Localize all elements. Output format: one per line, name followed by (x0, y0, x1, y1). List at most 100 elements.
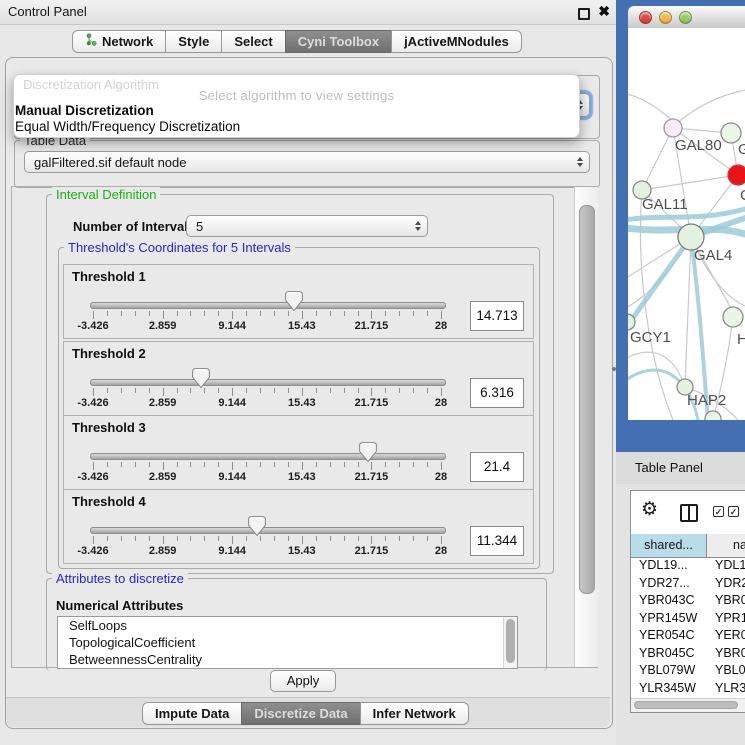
threshold-panel-3: Threshold 3-3.4262.8599.14415.4321.71528… (63, 415, 534, 490)
slider-tick (218, 311, 219, 316)
cell-shared-name[interactable]: YLR345W (639, 681, 696, 695)
table-row[interactable]: YLR345W YLR3 (631, 680, 745, 698)
network-edge[interactable] (640, 190, 673, 420)
slider-tick (427, 462, 428, 467)
slider-thumb[interactable] (192, 368, 210, 389)
cell-name[interactable]: YDR2 (715, 576, 745, 590)
tab-network[interactable]: Network (72, 30, 166, 53)
network-node[interactable] (728, 165, 745, 185)
apply-button[interactable]: Apply (270, 670, 336, 692)
attributes-list-scrollbar[interactable] (503, 617, 517, 668)
checkbox-icon[interactable]: ✓ (728, 506, 739, 517)
slider-thumb[interactable] (285, 291, 303, 312)
network-edge[interactable] (685, 237, 691, 387)
tab-cyni-toolbox[interactable]: Cyni Toolbox (285, 30, 392, 53)
close-icon[interactable]: ✖ (598, 3, 610, 20)
slider-thumb[interactable] (359, 442, 377, 463)
number-of-intervals-combobox[interactable]: 5 (186, 215, 428, 237)
network-node-label: C (740, 187, 745, 204)
slider-tick (190, 536, 191, 541)
column-header-shared-name[interactable]: shared... (631, 534, 707, 557)
slider-tick (218, 536, 219, 541)
network-edge[interactable] (642, 128, 673, 190)
scrollbar-thumb[interactable] (579, 205, 595, 594)
table-row[interactable]: YPR145W YPR1 (631, 610, 745, 628)
cell-shared-name[interactable]: YDR27... (639, 576, 690, 590)
close-traffic-light-icon[interactable] (639, 11, 652, 24)
cell-name[interactable]: YBR0 (715, 593, 745, 607)
cell-shared-name[interactable]: YBR045C (639, 646, 695, 660)
network-edge-highlighted[interactable] (628, 237, 691, 328)
network-view-canvas[interactable]: GAL80GAL11GAL4GCY1HAP2GCH (628, 28, 745, 420)
cell-name[interactable]: YBR0 (715, 646, 745, 660)
table-data-combobox[interactable]: galFiltered.sif default node (24, 151, 590, 173)
table-row[interactable]: YDR27... YDR2 (631, 575, 745, 593)
slider-tick (190, 462, 191, 467)
slider-track[interactable] (90, 379, 446, 386)
tab-jactivemnodules[interactable]: jActiveMNodules (391, 30, 522, 53)
threshold-value-field[interactable]: 11.344 (470, 526, 524, 556)
columns-icon[interactable] (680, 504, 698, 522)
minimize-traffic-light-icon[interactable] (659, 11, 672, 24)
slider-tick (427, 536, 428, 541)
slider-tick (413, 311, 414, 316)
slider-tick (232, 388, 233, 396)
tab-infer-network[interactable]: Infer Network (360, 702, 469, 725)
attributes-group-label: Attributes to discretize (52, 571, 188, 586)
slider-tick (163, 388, 164, 396)
network-edge[interactable] (642, 175, 738, 190)
combo-stepper-icon[interactable] (415, 221, 421, 231)
table-row[interactable]: YBR045C YBR0 (631, 645, 745, 663)
cell-name[interactable]: YBL0 (715, 663, 745, 677)
settings-vertical-scrollbar[interactable] (574, 187, 598, 667)
table-row[interactable]: YDL19... YDL1 (631, 557, 745, 575)
zoom-traffic-light-icon[interactable] (679, 11, 692, 24)
cell-shared-name[interactable]: YPR145W (639, 611, 697, 625)
scrollbar-thumb[interactable] (506, 619, 515, 663)
slider-tick (330, 311, 331, 316)
network-node[interactable] (664, 119, 682, 137)
threshold-value-field[interactable]: 6.316 (470, 378, 524, 408)
network-node[interactable] (721, 123, 741, 143)
checkbox-icon[interactable]: ✓ (713, 506, 724, 517)
gear-icon[interactable]: ⚙ (641, 499, 658, 521)
cell-shared-name[interactable]: YDL19... (639, 558, 688, 572)
threshold-value-field[interactable]: 21.4 (470, 452, 524, 482)
table-horizontal-scrollbar[interactable] (631, 698, 745, 712)
slider-track[interactable] (90, 527, 446, 534)
control-panel-titlebar: Control Panel ✖ (0, 0, 616, 25)
cell-name[interactable]: YPR1 (715, 611, 745, 625)
network-window-titlebar[interactable] (628, 6, 745, 29)
network-node[interactable] (723, 307, 743, 327)
table-row[interactable]: YBL079W YBL0 (631, 662, 745, 680)
cell-name[interactable]: YDL1 (715, 558, 745, 572)
cell-name[interactable]: YER0 (715, 628, 745, 642)
tab-impute-data[interactable]: Impute Data (142, 702, 242, 725)
cell-shared-name[interactable]: YBR043C (639, 593, 695, 607)
algorithm-option-manual-discretization[interactable]: Manual Discretization (15, 103, 154, 118)
slider-track[interactable] (90, 453, 446, 460)
threshold-value-field[interactable]: 14.713 (470, 301, 524, 331)
cell-name[interactable]: YLR3 (715, 681, 745, 695)
attribute-item-betweennesscentrality[interactable]: BetweennessCentrality (58, 651, 517, 668)
scrollbar-thumb[interactable] (634, 701, 738, 709)
table-row[interactable]: YER054C YER0 (631, 627, 745, 645)
slider-thumb[interactable] (248, 516, 266, 537)
float-window-icon[interactable] (578, 8, 590, 20)
combo-stepper-icon[interactable] (577, 157, 583, 167)
slider-track[interactable] (90, 302, 446, 309)
cell-shared-name[interactable]: YER054C (639, 628, 695, 642)
tab-discretize-data[interactable]: Discretize Data (241, 702, 360, 725)
algorithm-option-equal-width-frequency-discretization[interactable]: Equal Width/Frequency Discretization (15, 119, 240, 134)
table-row[interactable]: YBR043C YBR0 (631, 592, 745, 610)
slider-tick (218, 388, 219, 393)
column-header-name[interactable]: na (707, 534, 745, 557)
node-table: ⚙ ✓ ✓ shared... na YDL19...YDL1YDR27...Y… (630, 490, 745, 713)
tab-style[interactable]: Style (165, 30, 222, 53)
slider-tick (107, 536, 108, 541)
tab-select[interactable]: Select (221, 30, 285, 53)
cell-shared-name[interactable]: YBL079W (639, 663, 695, 677)
attribute-item-topologicalcoefficient[interactable]: TopologicalCoefficient (58, 634, 517, 651)
network-edge[interactable] (676, 90, 745, 124)
attribute-item-selfloops[interactable]: SelfLoops (58, 617, 517, 634)
